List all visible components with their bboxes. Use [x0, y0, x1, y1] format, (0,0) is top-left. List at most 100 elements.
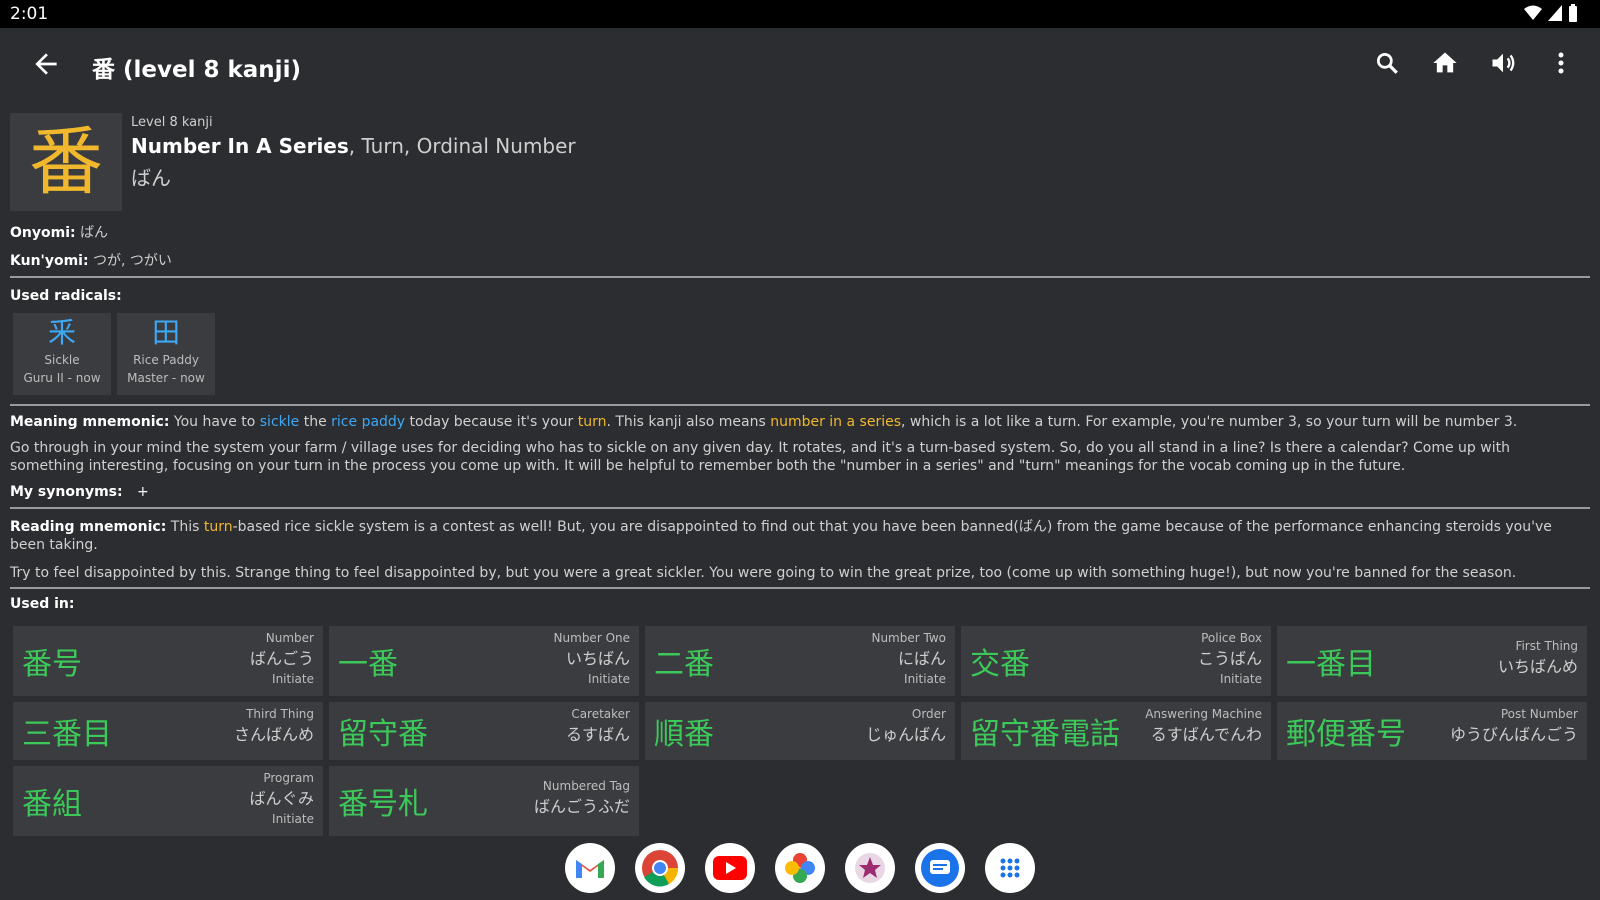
vocab-reading: いちばんめ	[1497, 657, 1578, 676]
back-arrow-icon[interactable]	[30, 48, 62, 80]
radical-glyph: 釆	[47, 316, 76, 349]
kunyomi-value: つが, つがい	[93, 253, 172, 269]
vocab-reading: ばんごうふだ	[533, 797, 630, 816]
radicals-list: 釆 Sickle Guru II - now 田 Rice Paddy Mast…	[13, 313, 215, 395]
speaker-icon[interactable]	[1488, 48, 1518, 78]
vocab-meaning: Numbered Tag	[542, 779, 630, 793]
status-bar: 2:01	[0, 0, 1600, 28]
home-icon[interactable]	[1430, 48, 1460, 78]
messages-icon[interactable]	[915, 843, 965, 893]
system-icons	[1524, 4, 1578, 22]
vocab-level: Initiate	[272, 672, 314, 686]
vocab-card[interactable]: 三番目 Third Thing さんばんめ	[13, 702, 323, 760]
kanji-reading: ばん	[131, 166, 171, 190]
other-meanings: , Turn, Ordinal Number	[348, 134, 576, 158]
vocab-meaning: Number Two	[871, 631, 946, 645]
vocab-level: Initiate	[588, 672, 630, 686]
vocab-card[interactable]: 一番 Number One いちばん Initiate	[329, 626, 639, 696]
vocab-meaning: Post Number	[1500, 707, 1578, 721]
vocab-word: 順番	[654, 717, 714, 752]
kunyomi-label: Kun'yomi:	[10, 253, 89, 269]
reading-mnemonic: Reading mnemonic: This turn-based rice s…	[10, 518, 1570, 554]
vocab-level: Initiate	[1220, 672, 1262, 686]
vocab-card[interactable]: 二番 Number Two にばん Initiate	[645, 626, 955, 696]
vocab-reading: にばん	[897, 649, 946, 668]
mnemonic-text: -based rice sickle system is a contest a…	[10, 519, 1552, 553]
vocab-card[interactable]: 番号 Number ばんごう Initiate	[13, 626, 323, 696]
add-synonym-button[interactable]: +	[137, 484, 149, 500]
vocab-reading: じゅんばん	[865, 725, 946, 744]
vocab-card[interactable]: 郵便番号 Post Number ゆうびんばんごう	[1277, 702, 1587, 760]
vocab-level: Initiate	[272, 812, 314, 826]
vocab-word: 番組	[22, 787, 82, 822]
divider	[10, 404, 1590, 406]
more-vert-icon[interactable]	[1546, 48, 1576, 78]
vocab-level: Initiate	[904, 672, 946, 686]
meaning-mnemonic-label: Meaning mnemonic:	[10, 414, 170, 430]
vocab-reading: こうばん	[1197, 649, 1262, 668]
vocab-word: 一番	[338, 647, 398, 682]
kanji-level: Level 8 kanji	[131, 115, 213, 130]
synonyms-label: My synonyms:	[10, 484, 123, 500]
kanji-highlight: turn	[577, 414, 607, 430]
app-drawer-icon[interactable]	[985, 843, 1035, 893]
divider	[10, 587, 1590, 589]
reading-mnemonic-label: Reading mnemonic:	[10, 519, 167, 535]
vocab-card[interactable]: 交番 Police Box こうばん Initiate	[961, 626, 1271, 696]
primary-meaning: Number In A Series	[131, 134, 349, 158]
vocab-reading: ばんごう	[249, 649, 314, 668]
chrome-icon[interactable]	[635, 843, 685, 893]
onyomi-value: ばん	[80, 225, 109, 241]
youtube-icon[interactable]	[705, 843, 755, 893]
kanji-meanings: Number In A Series, Turn, Ordinal Number	[131, 134, 1531, 158]
mnemonic-text: This	[166, 519, 204, 535]
radicals-label: Used radicals:	[10, 288, 122, 304]
vocab-card[interactable]: 留守番 Caretaker るすばん	[329, 702, 639, 760]
vocab-card[interactable]: 一番目 First Thing いちばんめ	[1277, 626, 1587, 696]
status-time: 2:01	[10, 4, 49, 24]
vocab-meaning: Police Box	[1201, 631, 1262, 645]
divider	[10, 507, 1590, 509]
mnemonic-text: today because it's your	[405, 414, 578, 430]
vocab-meaning: Number	[265, 631, 314, 645]
vocab-meaning: Third Thing	[246, 707, 314, 721]
mnemonic-text: . This kanji also means	[606, 414, 771, 430]
radical-highlight: sickle	[259, 414, 300, 430]
radical-name: Sickle	[44, 353, 80, 367]
gmail-icon[interactable]	[565, 843, 615, 893]
mnemonic-text: the	[299, 414, 332, 430]
onyomi-row: Onyomi: ばん	[10, 222, 108, 242]
vocab-word: 番号札	[338, 787, 428, 822]
vocab-reading: いちばん	[565, 649, 630, 668]
signal-icon	[1548, 5, 1562, 21]
used-in-label: Used in:	[10, 596, 74, 612]
vocab-word: 留守番	[338, 717, 428, 752]
onyomi-label: Onyomi:	[10, 225, 76, 241]
vocab-meaning: Number One	[553, 631, 630, 645]
divider	[10, 276, 1590, 278]
vocab-card[interactable]: 番組 Program ばんぐみ Initiate	[13, 766, 323, 836]
radical-status: Guru II - now	[23, 371, 101, 385]
vocab-reading: るすばん	[565, 725, 630, 744]
search-icon[interactable]	[1372, 48, 1402, 78]
radical-card[interactable]: 釆 Sickle Guru II - now	[13, 313, 111, 395]
app-bar: 番 (level 8 kanji)	[0, 28, 1600, 102]
mnemonic-text: , which is a lot like a turn. For exampl…	[901, 414, 1518, 430]
reading-hint: Try to feel disappointed by this. Strang…	[10, 565, 1517, 581]
radical-highlight: rice paddy	[331, 414, 406, 430]
vocab-word: 三番目	[22, 717, 112, 752]
vocab-card[interactable]: 留守番電話 Answering Machine るすばんでんわ	[961, 702, 1271, 760]
vocab-reading: ゆうびんばんごう	[1449, 725, 1578, 744]
radical-card[interactable]: 田 Rice Paddy Master - now	[117, 313, 215, 395]
vocab-meaning: Program	[263, 771, 314, 785]
vocab-word: 一番目	[1286, 647, 1376, 682]
app-icon[interactable]	[845, 843, 895, 893]
photos-icon[interactable]	[775, 843, 825, 893]
radical-name: Rice Paddy	[133, 353, 199, 367]
synonyms-row: My synonyms: +	[10, 484, 149, 500]
vocab-card[interactable]: 番号札 Numbered Tag ばんごうふだ	[329, 766, 639, 836]
vocab-card[interactable]: 順番 Order じゅんばん	[645, 702, 955, 760]
vocab-word: 交番	[970, 647, 1030, 682]
vocab-grid: 番号 Number ばんごう Initiate 一番 Number One いちばん Ini…	[13, 626, 1590, 836]
page-title: 番 (level 8 kanji)	[92, 57, 301, 83]
